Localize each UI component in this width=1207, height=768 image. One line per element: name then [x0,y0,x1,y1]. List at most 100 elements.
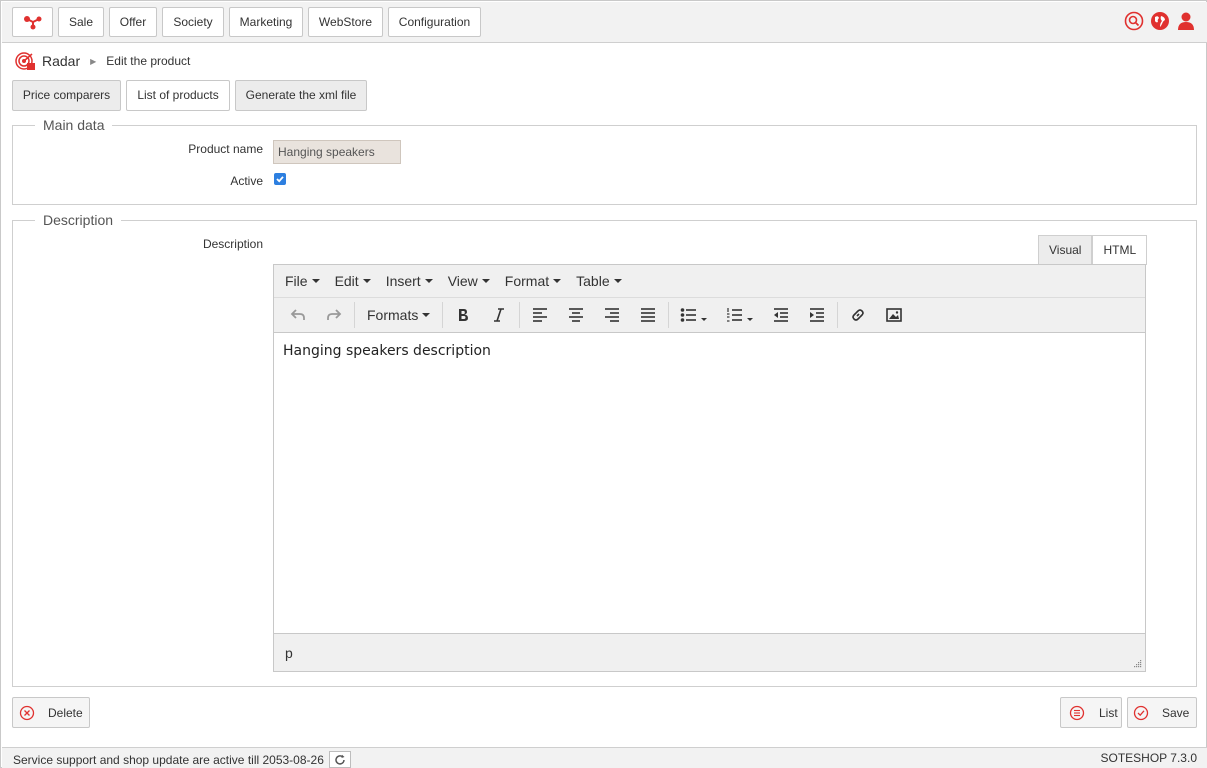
menu-view[interactable]: View [448,273,490,289]
element-path[interactable]: p [285,645,293,661]
align-right-button[interactable] [594,301,630,329]
description-legend: Description [35,212,122,228]
menu-insert[interactable]: Insert [386,273,433,289]
top-navigation-bar: Sale Offer Society Marketing WebStore Co… [2,2,1207,43]
formats-label: Formats [367,307,419,323]
bullet-list-icon [681,308,708,322]
tab-list-of-products[interactable]: List of products [126,80,230,111]
radar-icon [15,52,35,70]
app-window: Sale Offer Society Marketing WebStore Co… [0,0,1207,768]
nav-configuration[interactable]: Configuration [388,7,481,37]
toolbar-divider [837,302,839,328]
redo-icon [327,309,342,320]
breadcrumb-separator: ▶ [90,56,97,66]
menu-table[interactable]: Table [576,273,622,289]
active-checkbox[interactable] [274,173,286,185]
home-logo-button[interactable] [12,7,53,37]
toolbar-divider [354,302,355,328]
tab-generate-xml[interactable]: Generate the xml file [235,80,367,111]
outdent-button[interactable] [763,301,799,329]
delete-label: Delete [48,705,83,720]
italic-icon [494,308,505,322]
breadcrumb: Radar ▶ Edit the product [13,51,190,71]
chevron-down-icon [613,279,622,283]
menu-table-label: Table [576,273,610,289]
nav-offer[interactable]: Offer [109,7,157,37]
menu-format-label: Format [504,273,550,289]
chevron-down-icon [553,279,562,283]
save-icon [1133,705,1149,720]
tab-html[interactable]: HTML [1092,235,1148,265]
nav-webstore[interactable]: WebStore [308,7,383,37]
align-justify-button[interactable] [630,301,666,329]
support-text: Service support and shop update are acti… [13,752,324,767]
menu-format[interactable]: Format [504,273,562,289]
tab-visual[interactable]: Visual [1038,235,1093,265]
align-justify-icon [641,308,656,322]
nav-marketing[interactable]: Marketing [229,7,303,37]
toolbar-divider [668,302,670,328]
delete-button[interactable]: Delete [12,697,90,728]
support-status: Service support and shop update are acti… [13,751,351,768]
formats-dropdown[interactable]: Formats [357,301,440,329]
align-center-button[interactable] [558,301,594,329]
delete-icon [19,705,35,720]
bold-button[interactable] [445,301,481,329]
indent-icon [810,308,825,322]
align-left-button[interactable] [522,301,558,329]
list-label: List [1099,705,1118,720]
image-icon [886,308,903,322]
tab-price-comparers[interactable]: Price comparers [12,80,121,111]
save-label: Save [1162,705,1190,720]
resize-handle-icon[interactable] [1133,659,1142,668]
logo-icon [23,16,41,30]
insert-link-button[interactable] [840,301,876,329]
refresh-icon [335,754,345,765]
editor-mode-tabs: Visual HTML [1038,235,1148,265]
menu-insert-label: Insert [385,273,421,289]
nav-society[interactable]: Society [162,7,224,37]
search-icon[interactable] [1123,10,1145,32]
globe-icon[interactable] [1149,10,1171,32]
product-name-field[interactable]: Hanging speakers [273,140,401,164]
breadcrumb-current: Edit the product [106,54,191,68]
menu-file-label: File [285,273,308,289]
main-data-legend: Main data [35,117,113,133]
description-text: Hanging speakers description [283,343,491,359]
insert-image-button[interactable] [876,301,912,329]
nav-sale[interactable]: Sale [58,7,104,37]
numbered-list-icon [727,308,754,322]
editor-path-bar: p [274,633,1145,671]
menu-edit-label: Edit [334,273,359,289]
indent-button[interactable] [799,301,835,329]
align-left-icon [533,308,548,322]
undo-icon [290,309,305,320]
description-label: Description [202,237,263,251]
italic-button[interactable] [481,301,517,329]
align-right-icon [605,308,620,322]
chevron-down-icon [362,279,371,283]
menu-edit[interactable]: Edit [335,273,371,289]
save-button[interactable]: Save [1127,697,1197,728]
list-button[interactable]: List [1060,697,1122,728]
refresh-button[interactable] [328,751,351,768]
user-icon[interactable] [1175,10,1197,32]
redo-button[interactable] [316,301,352,329]
chevron-down-icon [481,279,490,283]
numbered-list-button[interactable] [717,301,763,329]
chevron-down-icon [424,279,433,283]
undo-button[interactable] [280,301,316,329]
active-label: Active [230,174,263,188]
list-icon [1069,705,1085,720]
menu-file[interactable]: File [285,273,320,289]
editor-content-area[interactable]: Hanging speakers description [274,333,1145,633]
chevron-down-icon [422,313,431,317]
editor-menubar: File Edit Insert View Format Table [274,265,1145,298]
product-name-label: Product name [188,142,263,156]
footer-status-bar: Service support and shop update are acti… [2,747,1207,768]
main-data-fieldset: Main data [12,117,1197,205]
bullet-list-button[interactable] [671,301,717,329]
breadcrumb-root[interactable]: Radar [42,53,80,69]
menu-view-label: View [447,273,478,289]
check-icon [276,176,284,183]
